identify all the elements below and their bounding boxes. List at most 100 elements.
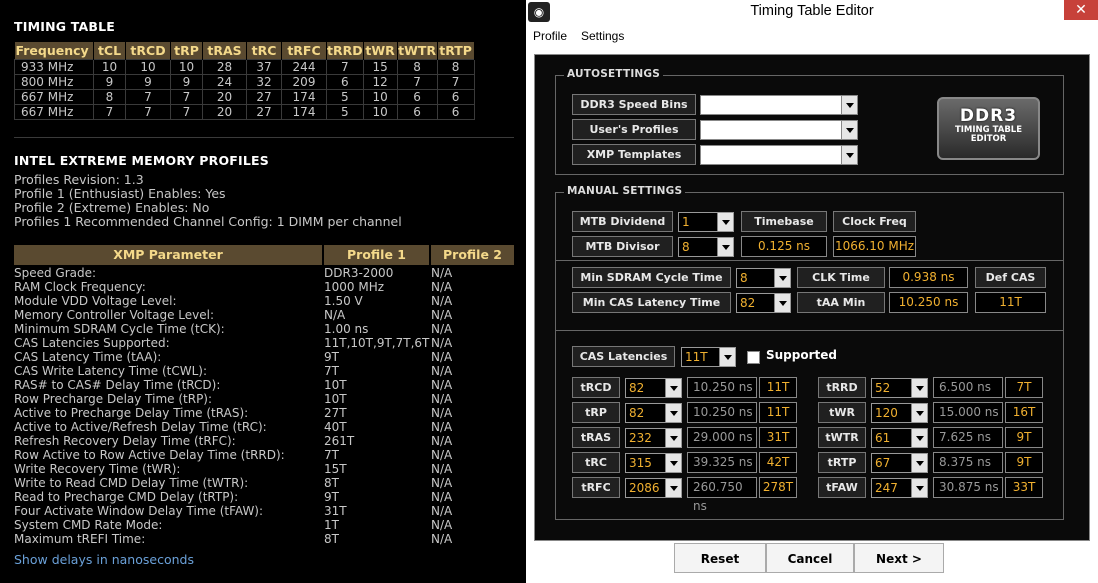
xmp-profile2-value: N/A	[431, 378, 453, 392]
timing-select-tfaw[interactable]: 247	[871, 478, 928, 498]
timing-label-trrd: tRRD	[818, 377, 866, 398]
chevron-down-icon[interactable]	[774, 294, 790, 312]
xmp-profile1-value: 261T	[324, 434, 355, 448]
xmp-param: Read to Precharge CMD Delay (tRTP):	[14, 490, 239, 504]
mtb-dividend-select[interactable]: 1	[678, 212, 734, 232]
mtb-divisor-label: MTB Divisor	[572, 236, 673, 257]
xmp-row: Write to Read CMD Delay Time (tWTR): 8T N/…	[14, 476, 524, 490]
timing-header-cell: Frequency	[14, 42, 94, 59]
chevron-down-icon[interactable]	[665, 479, 681, 497]
timing-ns-value: 8.375 ns	[933, 452, 1003, 473]
xmp-profile1-value: 7T	[324, 364, 339, 378]
timing-t-value: 33T	[1005, 477, 1043, 498]
cas-latencies-label: CAS Latencies	[572, 346, 675, 367]
min-cas-latency-select[interactable]: 82	[736, 293, 791, 313]
timing-cell: 6	[436, 88, 475, 105]
timing-cell: 8	[436, 58, 475, 75]
xmp-profile2-value: N/A	[431, 294, 453, 308]
chevron-down-icon[interactable]	[911, 454, 927, 472]
xmp-profile1-value: 9T	[324, 490, 339, 504]
chevron-down-icon[interactable]	[911, 479, 927, 497]
autosettings-title: AUTOSETTINGS	[564, 68, 663, 80]
timing-select-trtp[interactable]: 67	[871, 453, 928, 473]
timing-t-value: 7T	[1005, 377, 1043, 398]
chevron-down-icon[interactable]	[841, 121, 857, 139]
chevron-down-icon[interactable]	[717, 213, 733, 231]
min-sdram-cycle-select[interactable]: 8	[736, 268, 791, 288]
chevron-down-icon[interactable]	[665, 429, 681, 447]
menu-bar: Profile Settings	[526, 27, 1098, 46]
timing-t-value: 42T	[759, 452, 797, 473]
timing-cell: 8	[93, 88, 126, 105]
supported-checkbox[interactable]	[747, 351, 760, 364]
title-bar: ◉ Timing Table Editor ✕	[526, 0, 1098, 26]
ddr3-speed-bins-select[interactable]	[700, 95, 858, 115]
mtb-divisor-select[interactable]: 8	[678, 237, 734, 257]
xmp-row: RAM Clock Frequency: 1000 MHz N/A	[14, 280, 524, 294]
timing-select-twr[interactable]: 120	[871, 403, 928, 423]
manual-settings-title: MANUAL SETTINGS	[564, 185, 686, 197]
ddr3-speed-bins-label: DDR3 Speed Bins	[572, 94, 696, 115]
xmp-row: CAS Latencies Supported: 11T,10T,9T,7T,6T…	[14, 336, 524, 350]
chevron-down-icon[interactable]	[774, 269, 790, 287]
timing-select-trc[interactable]: 315	[625, 453, 682, 473]
chevron-down-icon[interactable]	[911, 429, 927, 447]
chevron-down-icon[interactable]	[911, 379, 927, 397]
timing-select-trrd[interactable]: 52	[871, 378, 928, 398]
timing-cell: 7	[396, 73, 438, 90]
xmp-profile1-value: N/A	[324, 308, 346, 322]
timing-cell: 7	[125, 103, 171, 120]
timing-select-tras[interactable]: 232	[625, 428, 682, 448]
chevron-down-icon[interactable]	[841, 96, 857, 114]
next-button[interactable]: Next >	[854, 543, 944, 573]
menu-settings[interactable]: Settings	[581, 29, 624, 43]
timing-label-trc: tRC	[572, 452, 620, 473]
timing-cell: 7	[93, 103, 126, 120]
chevron-down-icon[interactable]	[717, 238, 733, 256]
chevron-down-icon[interactable]	[665, 454, 681, 472]
def-cas-value: 11T	[975, 292, 1046, 313]
timing-select-trcd[interactable]: 82	[625, 378, 682, 398]
chevron-down-icon[interactable]	[719, 348, 735, 366]
show-delays-link[interactable]: Show delays in nanoseconds	[14, 552, 194, 567]
xmp-templates-select[interactable]	[700, 145, 858, 165]
timing-cell: 6	[326, 73, 364, 90]
xmp-table-header: XMP Parameter Profile 1 Profile 2	[14, 245, 514, 265]
xmp-profile2-value: N/A	[431, 364, 453, 378]
users-profiles-select[interactable]	[700, 120, 858, 140]
timing-ns-value: 10.250 ns	[687, 377, 757, 398]
timing-cell: 20	[202, 88, 247, 105]
timing-cell: 667 MHz	[14, 103, 94, 120]
cancel-button[interactable]: Cancel	[766, 543, 854, 573]
xmp-row: System CMD Rate Mode: 1T N/A	[14, 518, 524, 532]
timing-cell: 7	[326, 58, 364, 75]
info-panel: TIMING TABLE Frequency tCL tRCD tRP tRAS tRC t…	[0, 0, 526, 583]
timing-cell: 244	[281, 58, 327, 75]
xmp-row: CAS Latency Time (tAA): 9T N/A	[14, 350, 524, 364]
timing-select-trp[interactable]: 82	[625, 403, 682, 423]
chevron-down-icon[interactable]	[911, 404, 927, 422]
timing-select-trfc[interactable]: 2086	[625, 478, 682, 498]
xmp-profile1-value: 11T,10T,9T,7T,6T	[324, 336, 430, 350]
timing-cell: 209	[281, 73, 327, 90]
timing-cell: 7	[436, 73, 475, 90]
timing-cell: 37	[246, 58, 282, 75]
xmp-profile1-value: 40T	[324, 420, 347, 434]
menu-profile[interactable]: Profile	[533, 29, 567, 43]
chevron-down-icon[interactable]	[841, 146, 857, 164]
reset-button[interactable]: Reset	[674, 543, 766, 573]
xmp-profile1-value: 15T	[324, 462, 347, 476]
cas-latencies-select[interactable]: 11T	[681, 347, 736, 367]
xmp-param: Speed Grade:	[14, 266, 97, 280]
xmp-param: Active to Precharge Delay Time (tRAS):	[14, 406, 249, 420]
timing-cell: 9	[93, 73, 126, 90]
close-button[interactable]: ✕	[1064, 0, 1098, 20]
chevron-down-icon[interactable]	[665, 379, 681, 397]
chevron-down-icon[interactable]	[665, 404, 681, 422]
xmp-profile2-value: N/A	[431, 350, 453, 364]
xmp-profile1-value: 1T	[324, 518, 339, 532]
timing-cell: 28	[202, 58, 247, 75]
xmp-param: Maximum tREFI Time:	[14, 532, 146, 546]
timing-select-twtr[interactable]: 61	[871, 428, 928, 448]
timing-cell: 174	[281, 103, 327, 120]
